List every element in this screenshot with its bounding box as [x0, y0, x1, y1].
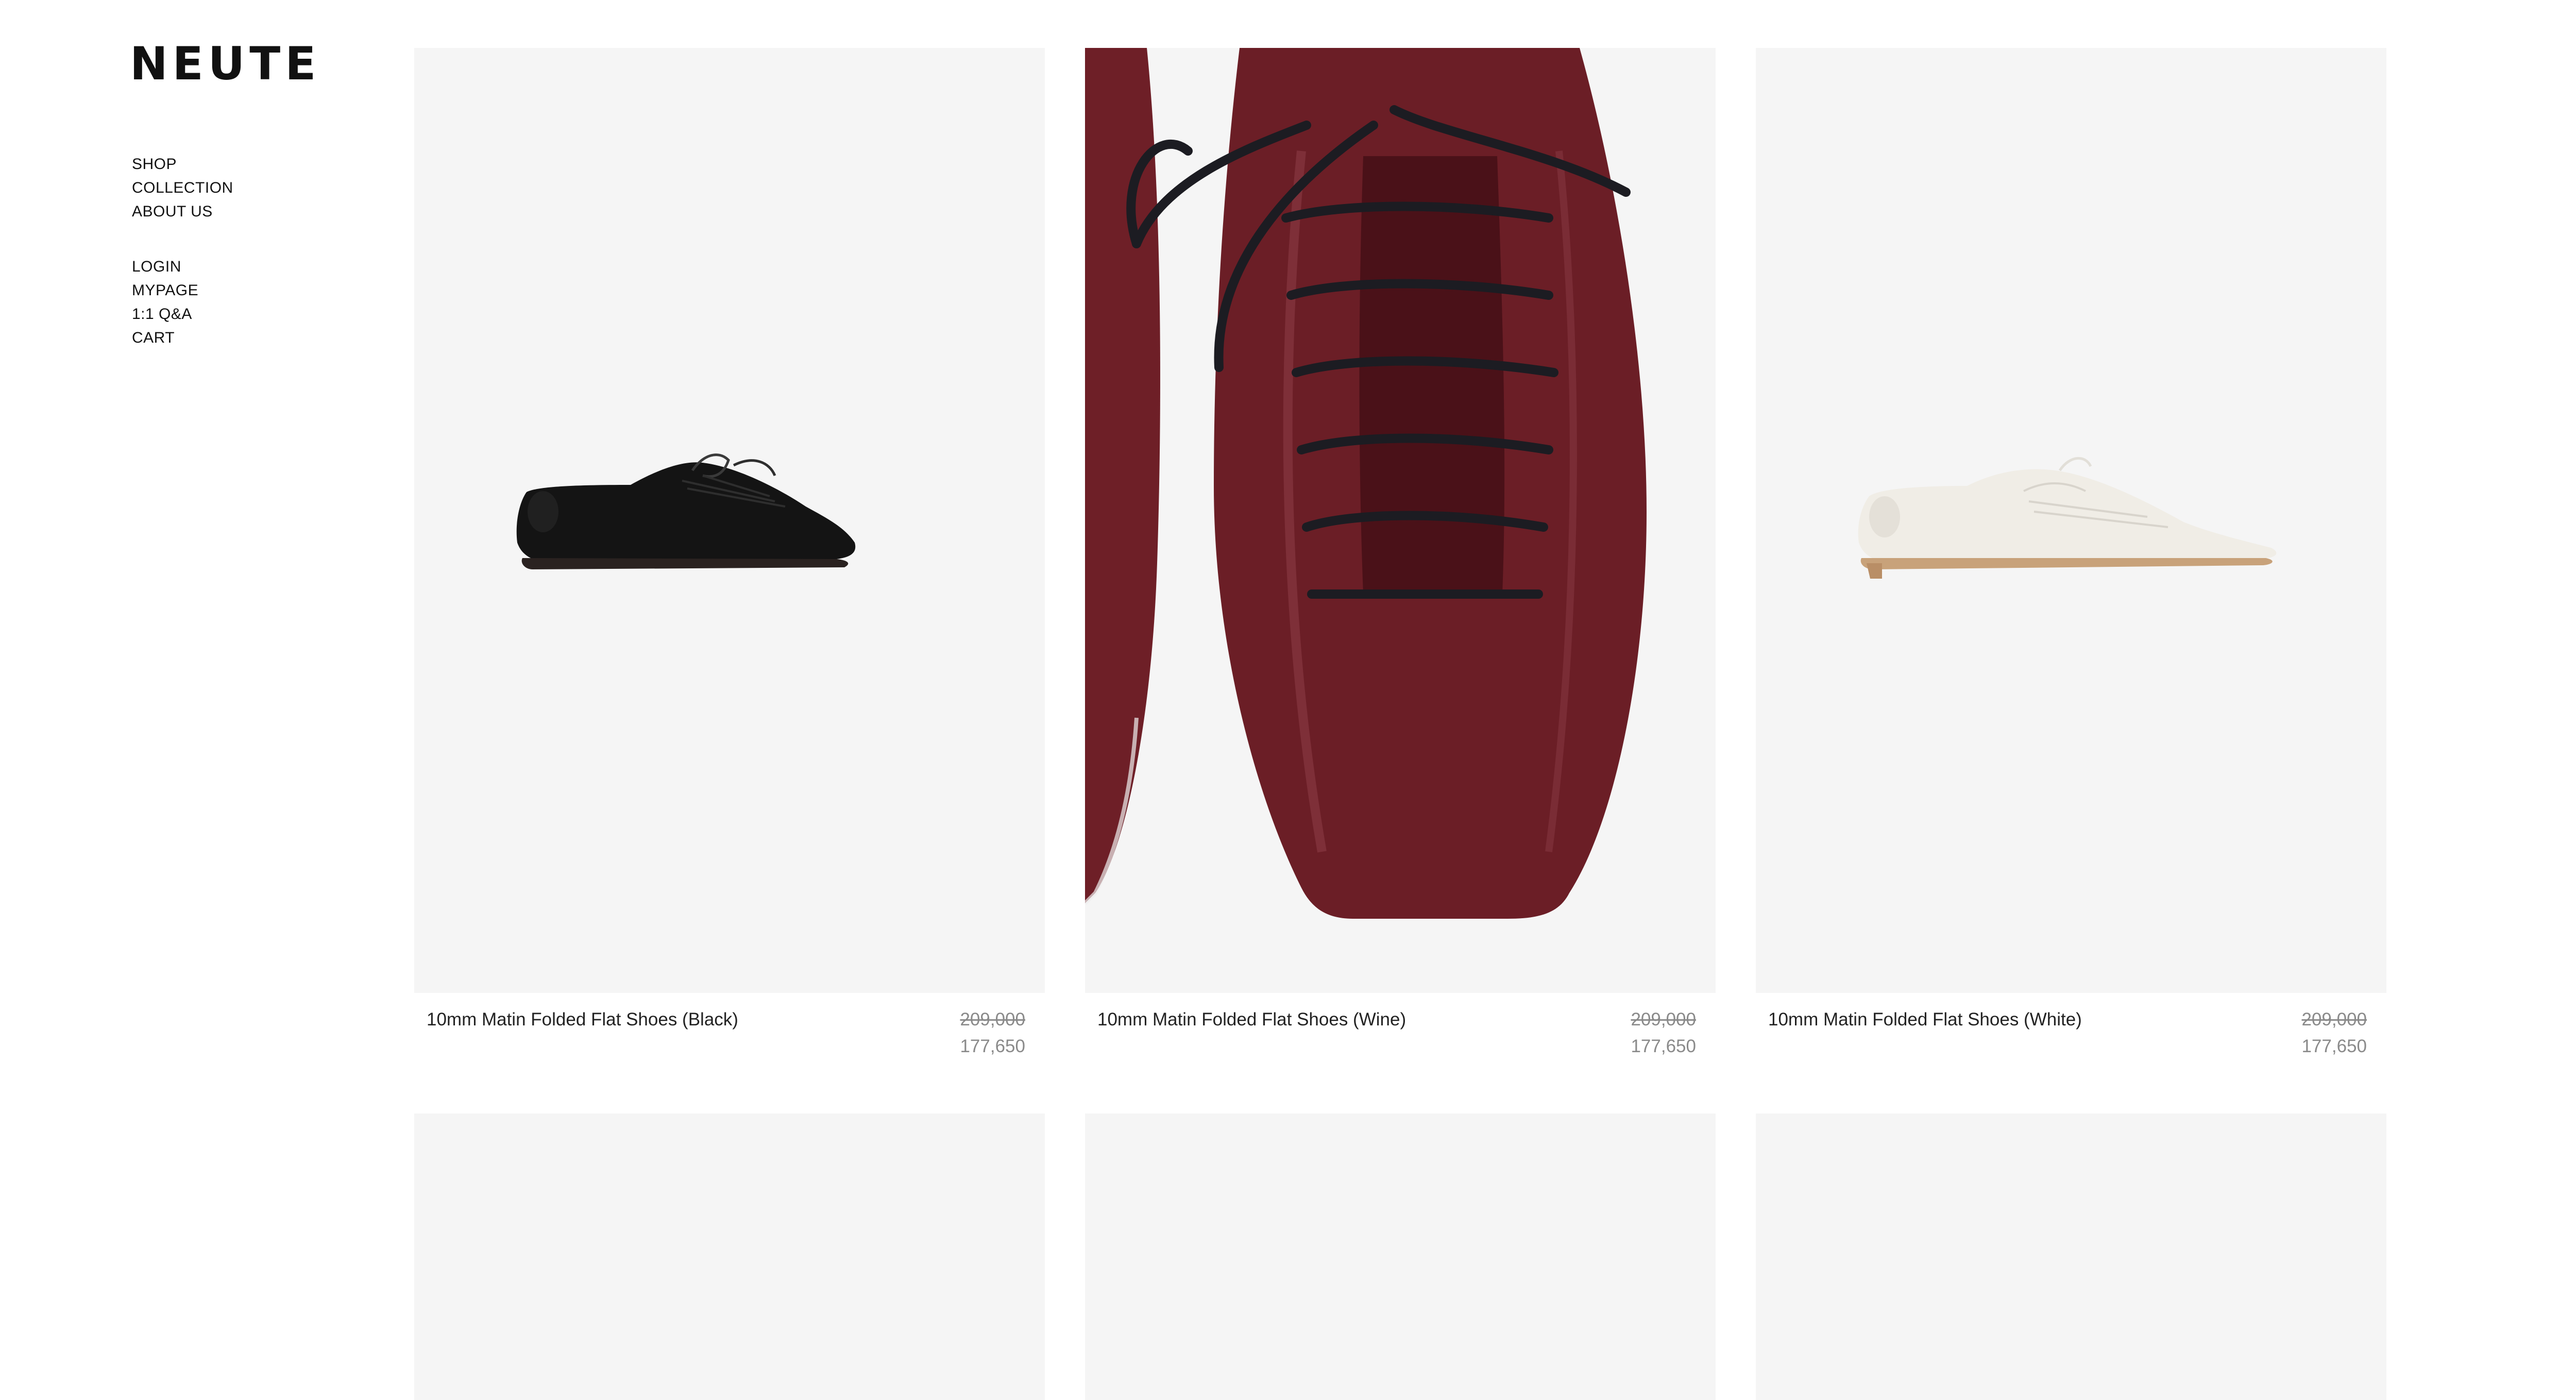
product-image[interactable]: [1756, 48, 2386, 993]
product-info: 10mm Matin Folded Flat Shoes (White) 209…: [1756, 993, 2386, 1070]
nav-shop[interactable]: SHOP: [132, 153, 233, 176]
product-image[interactable]: [414, 48, 1045, 993]
product-card[interactable]: 10mm Matin Folded Flat Shoes (White) 209…: [1756, 48, 2386, 1070]
product-image[interactable]: [414, 1114, 1045, 1400]
nav-qna[interactable]: 1:1 Q&A: [132, 302, 198, 326]
product-name[interactable]: 10mm Matin Folded Flat Shoes (Wine): [1097, 1009, 1406, 1030]
sale-price: 177,650: [2301, 1036, 2367, 1056]
black-shoe-image: [516, 453, 856, 569]
nav-cart[interactable]: CART: [132, 326, 198, 350]
product-card-placeholder[interactable]: [414, 1114, 1045, 1400]
product-name[interactable]: 10mm Matin Folded Flat Shoes (White): [1768, 1009, 2082, 1030]
product-info: 10mm Matin Folded Flat Shoes (Wine) 209,…: [1085, 993, 1716, 1070]
nav-login[interactable]: LOGIN: [132, 255, 198, 279]
product-card-placeholder[interactable]: [1085, 1114, 1716, 1400]
page: NEUTE SHOP COLLECTION ABOUT US LOGIN MYP…: [0, 0, 2576, 1400]
product-card[interactable]: 10mm Matin Folded Flat Shoes (Black) 209…: [414, 48, 1045, 1070]
original-price: 209,000: [1631, 1009, 1696, 1030]
primary-nav: SHOP COLLECTION ABOUT US: [132, 153, 233, 224]
nav-about-us[interactable]: ABOUT US: [132, 200, 233, 224]
account-nav: LOGIN MYPAGE 1:1 Q&A CART: [132, 255, 198, 350]
nav-mypage[interactable]: MYPAGE: [132, 279, 198, 302]
product-image[interactable]: [1085, 1114, 1716, 1400]
original-price: 209,000: [960, 1009, 1025, 1030]
original-price: 209,000: [2301, 1009, 2367, 1030]
product-name[interactable]: 10mm Matin Folded Flat Shoes (Black): [427, 1009, 738, 1030]
product-card[interactable]: 10mm Matin Folded Flat Shoes (Wine) 209,…: [1085, 48, 1716, 1070]
nav-collection[interactable]: COLLECTION: [132, 176, 233, 200]
sale-price: 177,650: [960, 1036, 1025, 1056]
product-card-placeholder[interactable]: [1756, 1114, 2386, 1400]
sale-price: 177,650: [1631, 1036, 1696, 1056]
brand-logo[interactable]: NEUTE: [130, 41, 320, 87]
product-info: 10mm Matin Folded Flat Shoes (Black) 209…: [414, 993, 1045, 1070]
product-image[interactable]: [1756, 1114, 2386, 1400]
white-shoe-image: [1858, 457, 2277, 579]
wine-shoe-image: [1085, 48, 1647, 919]
product-image[interactable]: [1085, 48, 1716, 993]
